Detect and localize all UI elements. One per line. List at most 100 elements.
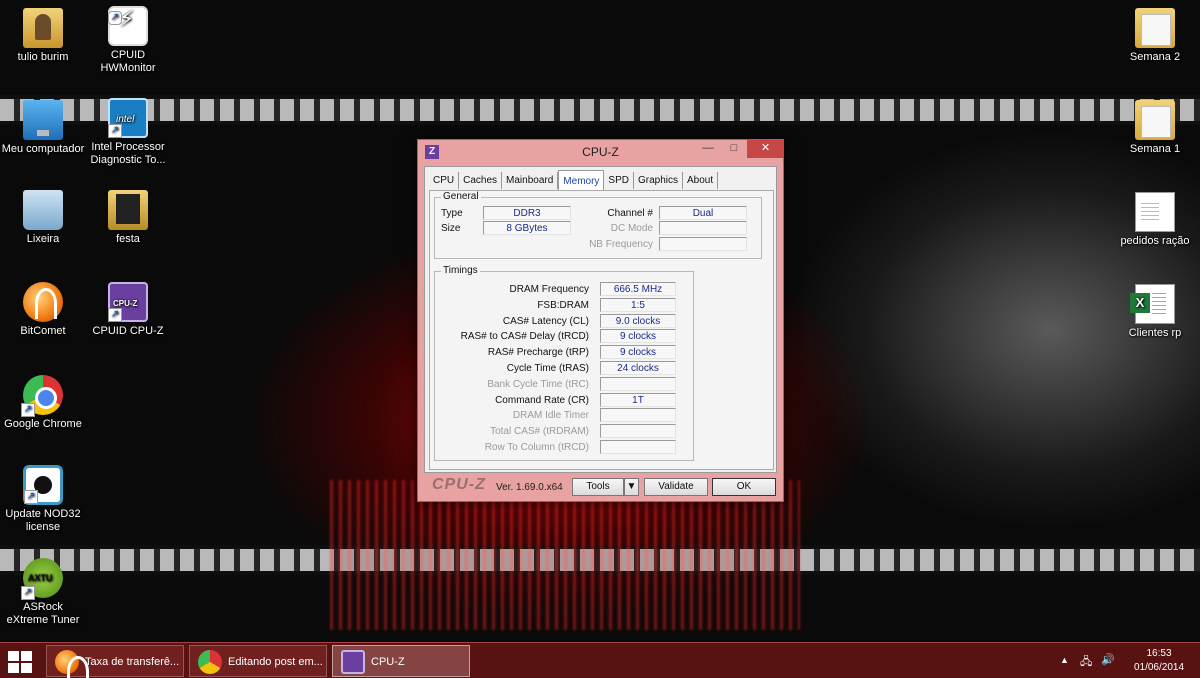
tools-button[interactable]: Tools <box>572 478 624 496</box>
timing-label: Bank Cycle Time (tRC) <box>487 378 589 390</box>
maximize-button[interactable]: □ <box>721 140 747 158</box>
taskbar-item-chrome[interactable]: Editando post em... <box>189 645 327 677</box>
timing-label: FSB:DRAM <box>537 299 589 311</box>
desktop-icon-label: Lixeira <box>26 233 60 245</box>
desktop-icon-asrock[interactable]: ASRock eXtreme Tuner <box>0 558 86 627</box>
timing-value: 9 clocks <box>600 329 676 344</box>
cpuz-icon <box>108 282 148 322</box>
timing-label: Command Rate (CR) <box>495 394 589 406</box>
tab-about[interactable]: About <box>683 172 719 189</box>
desktop-icon-hwmonitor[interactable]: CPUID HWMonitor <box>85 6 171 75</box>
ok-button[interactable]: OK <box>712 478 776 496</box>
size-value: 8 GBytes <box>483 221 571 235</box>
taskbar: Taxa de transferê... Editando post em...… <box>0 642 1200 678</box>
tab-cpu[interactable]: CPU <box>429 172 460 189</box>
window-client: CPU Caches Mainboard Memory SPD Graphics… <box>424 166 777 473</box>
channel-label: Channel # <box>607 208 653 219</box>
desktop-icon-label: tulio burim <box>17 51 69 63</box>
type-label: Type <box>441 208 463 219</box>
tab-spd[interactable]: SPD <box>604 172 634 189</box>
timing-value <box>600 408 676 423</box>
desktop-icon-semana-1[interactable]: Semana 1 <box>1112 100 1198 156</box>
tab-graphics[interactable]: Graphics <box>634 172 683 189</box>
bitcomet-icon <box>23 282 63 322</box>
timings-group: Timings DRAM Frequency 666.5 MHz FSB:DRAM 1… <box>434 265 694 461</box>
taskbar-item-bitcomet[interactable]: Taxa de transferê... <box>46 645 184 678</box>
excel-file-icon <box>1130 284 1175 324</box>
desktop-icon-pedidos-racao[interactable]: pedidos ração <box>1112 192 1198 248</box>
timing-label: Cycle Time (tRAS) <box>506 363 589 374</box>
clock-date: 01/06/2014 <box>1133 662 1185 673</box>
windows-logo-icon <box>21 663 32 673</box>
desktop-icon-lixeira[interactable]: Lixeira <box>0 190 86 246</box>
desktop-icon-label: Update NOD32 license <box>5 508 81 533</box>
desktop-icon-clientes-rp[interactable]: Clientes rp <box>1112 284 1198 340</box>
timing-value: 666.5 MHz <box>600 282 676 296</box>
recycle-bin-icon <box>23 190 63 230</box>
desktop-icon-label: BitComet <box>20 325 66 337</box>
start-button[interactable] <box>8 651 34 673</box>
wallpaper-glow <box>330 480 800 630</box>
desktop-icon-label: Google Chrome <box>4 418 82 430</box>
timing-value: 9 clocks <box>600 345 676 360</box>
desktop-icon-bitcomet[interactable]: BitComet <box>0 282 86 338</box>
intel-diagnostic-icon <box>108 98 148 138</box>
desktop-icon-semana-2[interactable]: Semana 2 <box>1112 8 1198 64</box>
tab-strip: CPU Caches Mainboard Memory SPD Graphics… <box>429 170 719 190</box>
dc-mode-value <box>659 221 747 235</box>
desktop-icon-meu-computador[interactable]: Meu computador <box>0 100 86 156</box>
timings-legend: Timings <box>441 265 480 276</box>
timing-value: 1T <box>600 392 676 407</box>
window-titlebar[interactable]: Z CPU-Z — □ ✕ <box>418 140 784 164</box>
general-group: General Type DDR3 Size 8 GBytes Channel … <box>434 191 762 259</box>
desktop-icon-tulio-burim[interactable]: tulio burim <box>0 8 86 64</box>
chrome-icon <box>21 375 63 417</box>
timing-value: 1:5 <box>600 297 676 312</box>
desktop-icon-nod32[interactable]: Update NOD32 license <box>0 465 86 534</box>
close-button[interactable]: ✕ <box>747 140 784 158</box>
dc-mode-label: DC Mode <box>610 223 653 234</box>
volume-icon[interactable]: 🔊 <box>1101 653 1115 678</box>
network-icon[interactable]: 🖧 <box>1080 653 1092 678</box>
timing-label: DRAM Idle Timer <box>512 410 589 422</box>
windows-logo-icon <box>8 663 19 673</box>
memory-panel: General Type DDR3 Size 8 GBytes Channel … <box>429 190 774 470</box>
show-hidden-icons-button[interactable]: ▲ <box>1060 655 1069 678</box>
timing-value <box>600 440 676 454</box>
desktop-icon-label: Clientes rp <box>1128 327 1182 339</box>
tab-caches[interactable]: Caches <box>459 172 503 189</box>
cpuz-logo: CPU-Z <box>432 476 486 493</box>
folder-icon <box>108 190 148 230</box>
nb-frequency-label: NB Frequency <box>589 239 653 250</box>
tools-dropdown-arrow[interactable]: ▼ <box>624 478 639 496</box>
hwmonitor-icon <box>108 6 148 46</box>
validate-button[interactable]: Validate <box>644 478 708 496</box>
desktop-icon-label: CPUID CPU-Z <box>92 325 164 337</box>
timing-value <box>600 376 676 391</box>
channel-value: Dual <box>659 206 747 220</box>
type-value: DDR3 <box>483 206 571 220</box>
desktop-icon-label: festa <box>116 233 140 245</box>
timing-label: RAS# Precharge (tRP) <box>487 347 589 359</box>
user-folder-icon <box>23 8 63 48</box>
general-legend: General <box>441 191 481 202</box>
bitcomet-icon <box>55 650 89 678</box>
taskbar-item-cpuz[interactable]: CPU-Z <box>332 645 470 677</box>
asrock-icon <box>21 558 63 600</box>
desktop-icon-label: pedidos ração <box>1120 235 1190 247</box>
clock[interactable]: 16:53 01/06/2014 <box>1128 647 1190 675</box>
desktop-icon-cpuz[interactable]: CPUID CPU-Z <box>85 282 171 338</box>
tab-mainboard[interactable]: Mainboard <box>502 172 559 189</box>
desktop-icon-intel-diagnostic[interactable]: Intel Processor Diagnostic To... <box>85 98 171 167</box>
window-footer: CPU-Z Ver. 1.69.0.x64 Tools ▼ Validate O… <box>424 476 777 498</box>
tab-memory[interactable]: Memory <box>558 170 605 190</box>
taskbar-item-label: Taxa de transferê... <box>85 656 180 668</box>
minimize-button[interactable]: — <box>695 140 721 158</box>
nod32-icon <box>23 465 63 505</box>
desktop-icon-chrome[interactable]: Google Chrome <box>0 375 86 431</box>
timing-value <box>600 424 676 439</box>
desktop-icon-festa[interactable]: festa <box>85 190 171 246</box>
computer-icon <box>23 100 63 140</box>
desktop-icon-label: Semana 1 <box>1129 143 1181 155</box>
timing-label: RAS# to CAS# Delay (tRCD) <box>460 331 589 343</box>
